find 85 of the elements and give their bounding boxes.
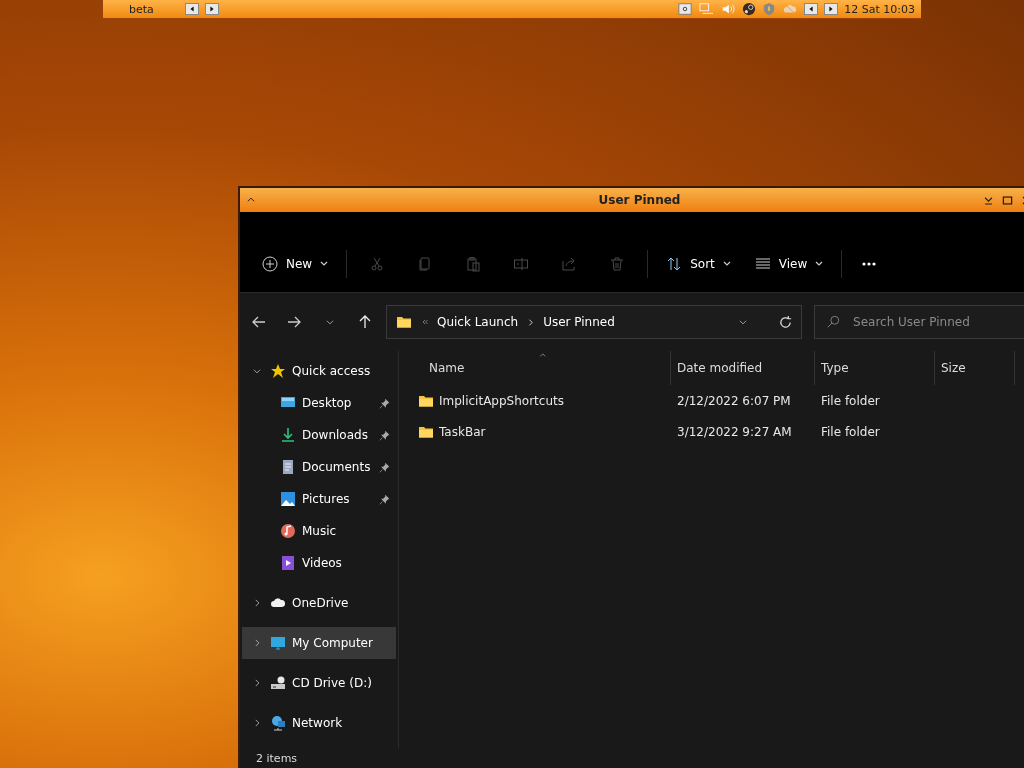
minimize-icon — [983, 194, 994, 206]
triangle-left-icon — [807, 4, 816, 14]
nav-item[interactable]: Quick access — [242, 355, 396, 387]
pin-icon — [379, 461, 390, 473]
panel-label: beta — [128, 2, 155, 16]
view-button[interactable]: View — [744, 250, 834, 278]
type-cell-text: File folder — [820, 393, 881, 408]
breadcrumb[interactable]: User Pinned — [543, 315, 615, 329]
star-icon — [270, 363, 286, 379]
pin-icon — [379, 429, 390, 441]
address-bar[interactable]: Quick Launch User Pinned — [385, 305, 803, 339]
nav-item[interactable]: CD Drive (D:) — [242, 667, 396, 699]
nav-item[interactable]: Network — [242, 707, 396, 739]
chevron-right-icon — [252, 678, 262, 688]
nav-item[interactable]: My Computer — [242, 627, 396, 659]
maximize-icon — [1002, 194, 1013, 206]
search-field[interactable]: Search User Pinned — [814, 305, 1024, 339]
chevron-right-icon — [526, 317, 536, 327]
drive-icon — [270, 675, 286, 691]
rename-icon — [513, 256, 530, 272]
speaker-icon — [720, 2, 737, 16]
double-chevron-icon — [420, 318, 429, 326]
column-header[interactable]: Size — [935, 351, 1015, 385]
trash-icon — [609, 256, 626, 272]
video-icon — [280, 555, 296, 571]
picture-icon — [280, 491, 296, 507]
search-icon — [826, 315, 841, 329]
next-button[interactable] — [205, 3, 219, 15]
column-header[interactable]: Date modified — [671, 351, 815, 385]
window-title: User Pinned — [597, 193, 682, 207]
share-icon — [561, 256, 578, 272]
column-header[interactable]: Name — [399, 351, 671, 385]
sort-button[interactable]: Sort — [656, 250, 741, 278]
date-cell-text: 3/12/2022 9:27 AM — [676, 424, 793, 439]
shield-icon — [762, 2, 777, 16]
dropdown-caret-icon — [815, 260, 824, 268]
chevron-down-icon — [252, 366, 262, 376]
cloud-off-icon — [782, 2, 799, 16]
type-cell-text: File folder — [820, 424, 881, 439]
lines-icon — [754, 256, 771, 272]
nav-item[interactable]: Downloads — [242, 419, 396, 451]
pin-icon — [379, 397, 390, 409]
next-button[interactable] — [824, 3, 839, 15]
previous-button[interactable] — [185, 3, 199, 15]
triangle-left-icon — [188, 4, 196, 14]
nav-item[interactable]: Desktop — [242, 387, 396, 419]
breadcrumb[interactable]: Quick Launch — [436, 315, 519, 329]
dropdown-caret-icon — [722, 260, 731, 268]
clipboard-icon — [465, 256, 482, 272]
chevron-right-icon — [252, 598, 262, 608]
document-icon — [280, 459, 296, 475]
tray-box-icon — [678, 2, 693, 16]
arrow-right-icon — [286, 314, 303, 330]
new-button[interactable]: New — [252, 250, 339, 278]
nav-item[interactable]: Pictures — [242, 483, 396, 515]
plus-circle-icon — [262, 256, 278, 272]
chevron-right-icon — [252, 718, 262, 728]
caret-up-icon — [246, 195, 256, 205]
nav-item[interactable]: OneDrive — [242, 587, 396, 619]
sort-arrows-icon — [666, 256, 683, 272]
nav-item[interactable]: Videos — [242, 547, 396, 579]
pin-icon — [379, 493, 390, 505]
file-name[interactable]: ImplicitAppShortcuts — [439, 393, 564, 408]
column-header[interactable]: Type — [815, 351, 935, 385]
music-note-icon — [280, 523, 296, 539]
nav-item[interactable]: Documents — [242, 451, 396, 483]
scissors-icon — [369, 256, 386, 272]
chevron-right-icon — [252, 638, 262, 648]
triangle-right-icon — [208, 4, 216, 14]
item-count: 2 items — [255, 751, 298, 765]
date-cell-text: 2/12/2022 6:07 PM — [676, 393, 792, 408]
previous-button[interactable] — [804, 3, 819, 15]
file-name[interactable]: TaskBar — [439, 424, 486, 439]
chevron-down-icon — [738, 317, 749, 327]
arrow-left-icon — [250, 314, 267, 330]
network-tray-icon — [698, 2, 715, 16]
network-icon — [270, 715, 286, 731]
chevron-down-icon — [324, 317, 335, 327]
dropdown-caret-icon — [320, 260, 329, 268]
clock: 12 Sat 10:03 — [844, 2, 915, 16]
nav-item[interactable]: Music — [242, 515, 396, 547]
refresh-icon — [778, 314, 794, 330]
folder-icon — [394, 314, 413, 330]
download-icon — [280, 427, 296, 443]
computer-icon — [270, 635, 286, 651]
